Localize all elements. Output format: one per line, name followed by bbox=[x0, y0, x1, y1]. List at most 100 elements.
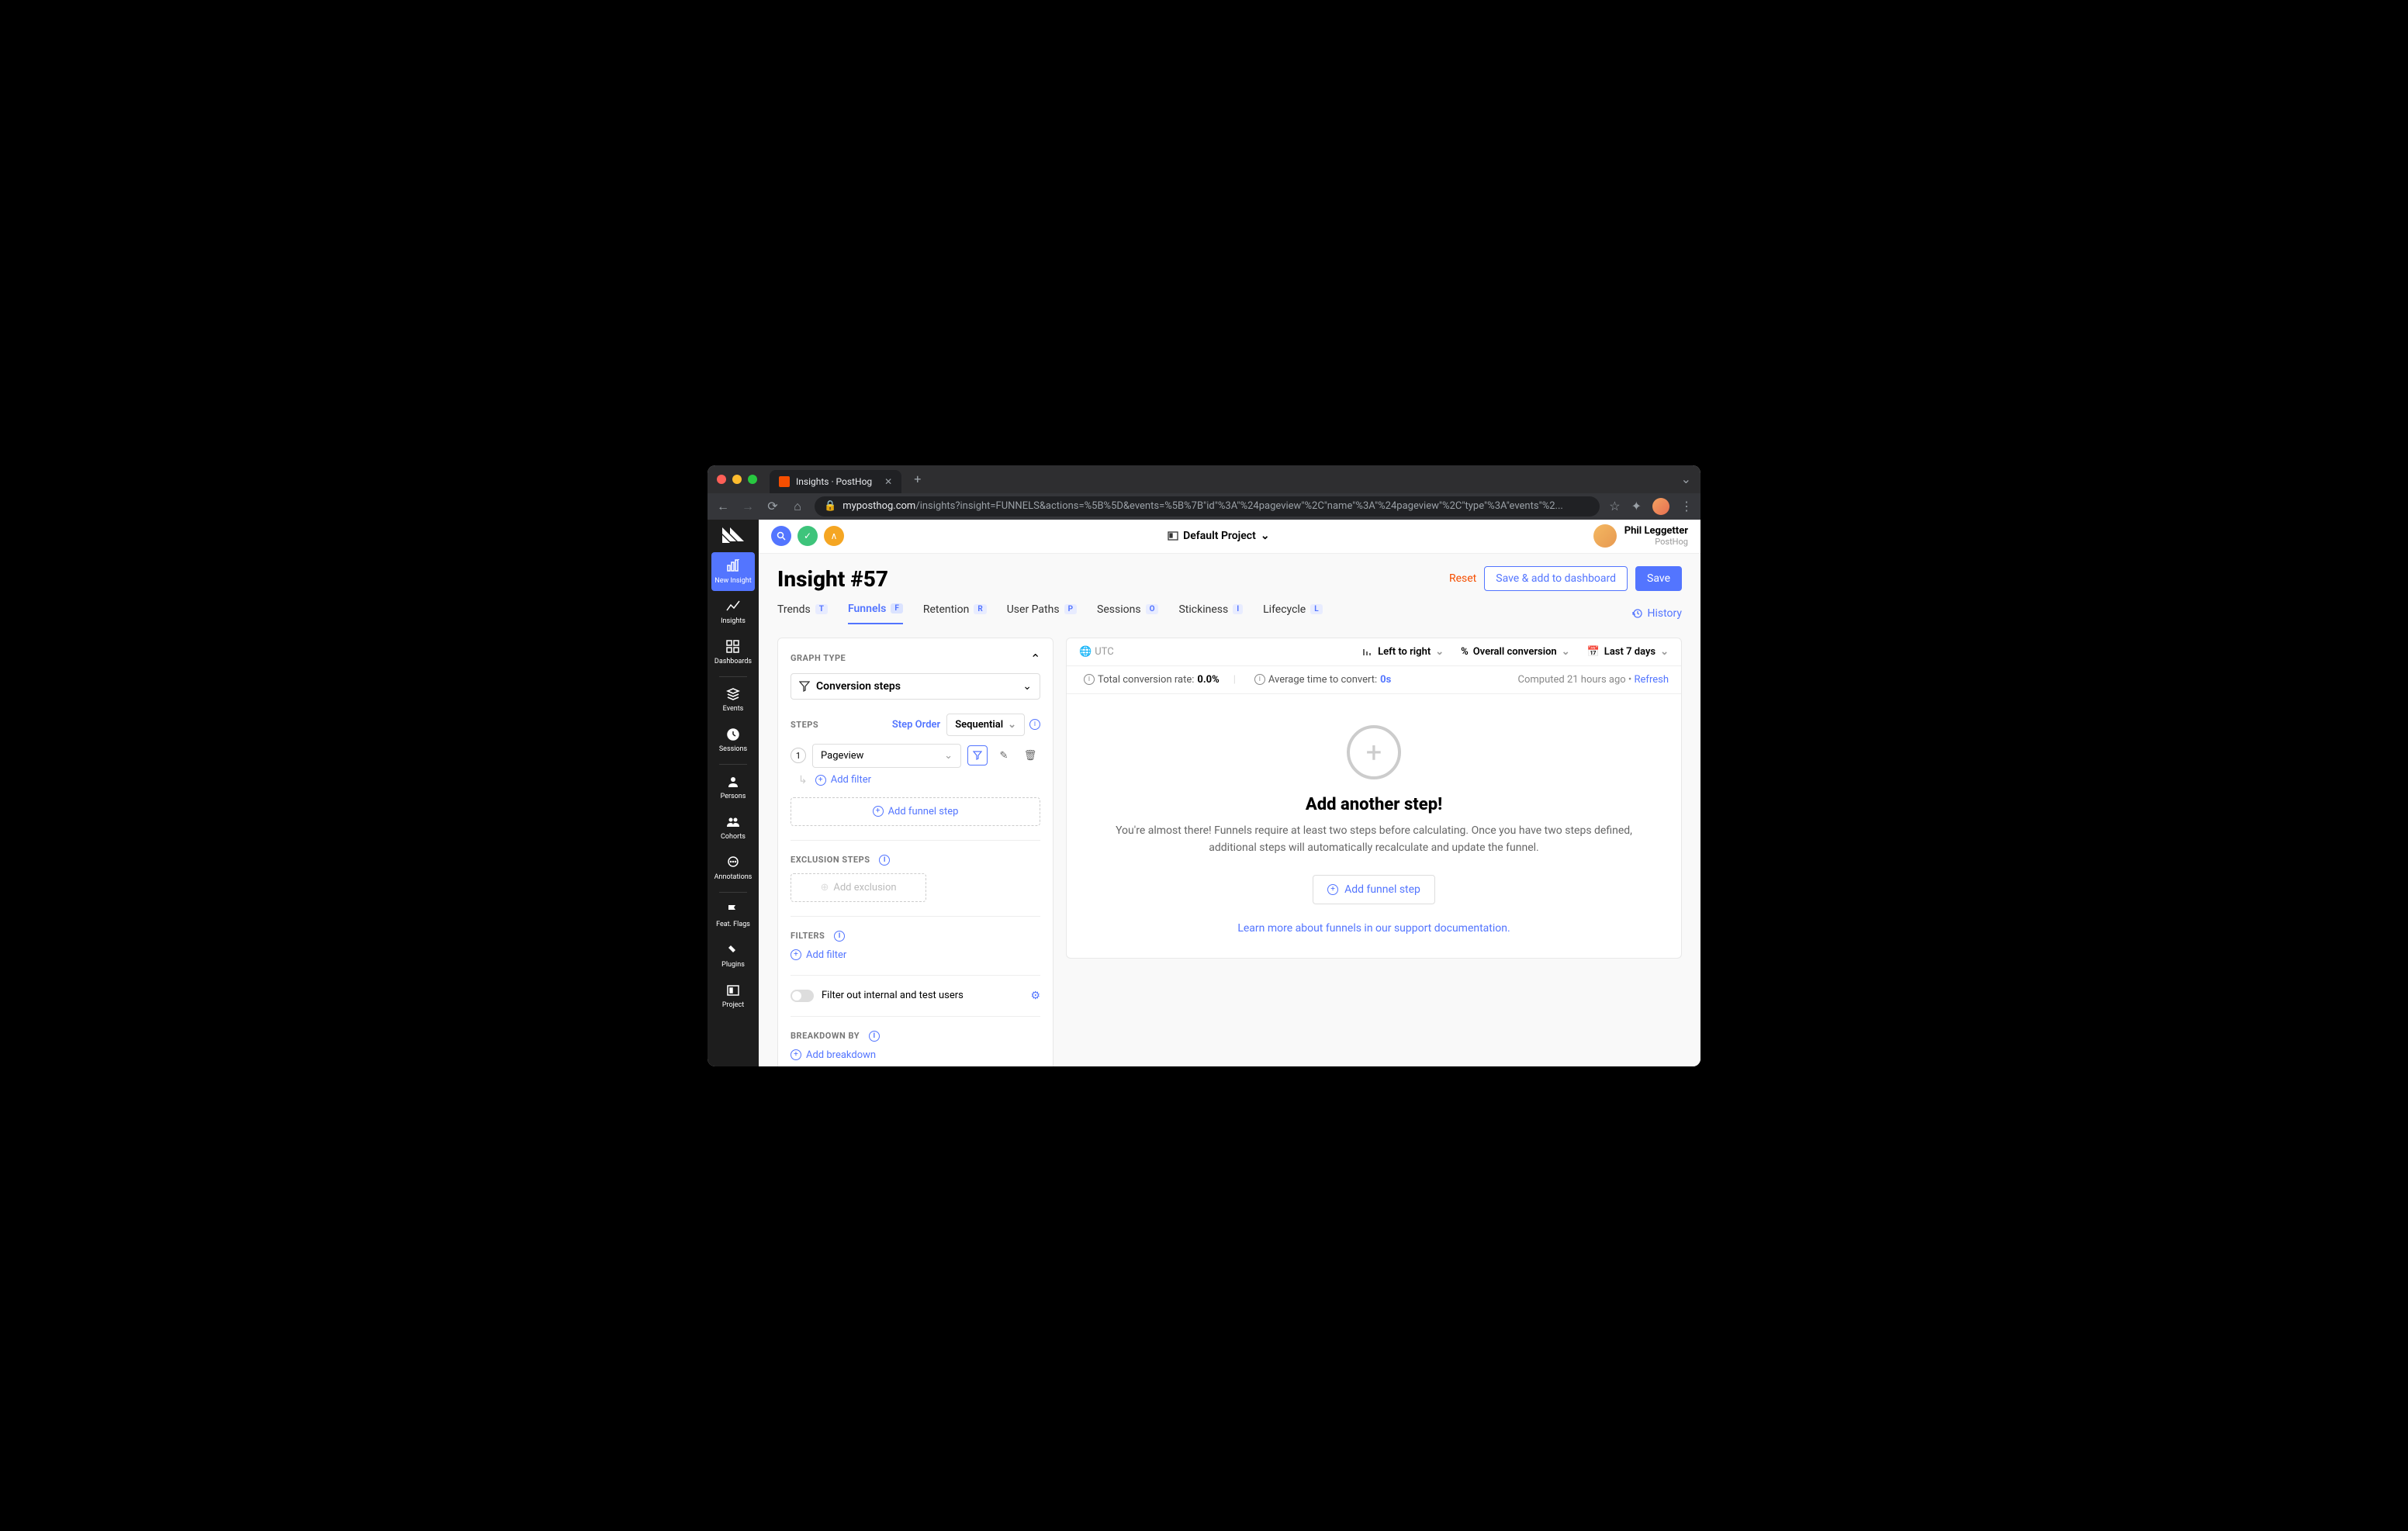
info-icon[interactable]: i bbox=[1029, 719, 1040, 730]
cohorts-icon bbox=[725, 814, 741, 830]
nav-annotations[interactable]: Annotations bbox=[711, 848, 755, 887]
gear-icon[interactable]: ⚙ bbox=[1030, 990, 1040, 1002]
insights-icon bbox=[725, 599, 741, 614]
project-icon bbox=[725, 983, 741, 998]
nav-persons[interactable]: Persons bbox=[711, 768, 755, 807]
project-name: Default Project bbox=[1183, 530, 1256, 542]
nav-label: Plugins bbox=[721, 961, 745, 969]
annotations-icon bbox=[725, 855, 741, 870]
save-button[interactable]: Save bbox=[1635, 566, 1682, 591]
posthog-logo[interactable] bbox=[721, 526, 746, 544]
add-funnel-step-cta[interactable]: +Add funnel step bbox=[1313, 875, 1435, 904]
user-org: PostHog bbox=[1624, 537, 1688, 547]
url-path: /insights?insight=FUNNELS&actions=%5B%5D… bbox=[915, 500, 1563, 512]
add-funnel-step-button[interactable]: +Add funnel step bbox=[791, 797, 1040, 826]
user-menu[interactable]: Phil Leggetter PostHog bbox=[1593, 524, 1688, 548]
reset-link[interactable]: Reset bbox=[1449, 572, 1476, 585]
filter-internal-toggle[interactable] bbox=[791, 990, 814, 1002]
back-button[interactable]: ← bbox=[715, 499, 731, 514]
chevron-down-icon: ⌄ bbox=[1022, 680, 1032, 693]
menu-icon[interactable]: ⋮ bbox=[1680, 499, 1693, 513]
url-host: myposthog.com bbox=[842, 500, 915, 512]
app-window: Insights · PostHog ✕ + ⌄ ← → ⟳ ⌂ 🔒 mypos… bbox=[708, 465, 1700, 1066]
avatar bbox=[1593, 524, 1617, 548]
tab-trends[interactable]: TrendsT bbox=[777, 603, 828, 624]
direction-select[interactable]: Left to right⌄ bbox=[1362, 646, 1444, 658]
funnel-icon bbox=[799, 681, 810, 692]
nav-label: Dashboards bbox=[714, 658, 752, 665]
tab-sessions[interactable]: SessionsO bbox=[1097, 603, 1158, 624]
edit-step-button[interactable]: ✎ bbox=[994, 745, 1014, 766]
tab-retention[interactable]: RetentionR bbox=[923, 603, 987, 624]
nav-label: Insights bbox=[721, 617, 746, 625]
save-add-dashboard-button[interactable]: Save & add to dashboard bbox=[1484, 566, 1628, 591]
info-icon[interactable]: i bbox=[869, 1031, 880, 1042]
filter-step-button[interactable] bbox=[967, 745, 988, 766]
step-order-select[interactable]: Sequential ⌄ bbox=[946, 714, 1025, 736]
learn-more-link[interactable]: Learn more about funnels in our support … bbox=[1237, 922, 1510, 935]
new-tab-button[interactable]: + bbox=[914, 472, 921, 486]
nav-divider bbox=[719, 676, 747, 677]
tab-user-paths[interactable]: User PathsP bbox=[1007, 603, 1077, 624]
add-breakdown-link[interactable]: +Add breakdown bbox=[791, 1049, 1040, 1061]
project-selector[interactable]: Default Project ⌄ bbox=[1168, 530, 1269, 542]
close-window-button[interactable] bbox=[717, 475, 726, 484]
search-button[interactable] bbox=[771, 526, 791, 546]
graph-type-select[interactable]: Conversion steps ⌄ bbox=[791, 673, 1040, 700]
lock-icon: 🔒 bbox=[824, 500, 836, 512]
add-exclusion-button[interactable]: ⊕Add exclusion bbox=[791, 873, 926, 902]
step-order-label: Step Order bbox=[892, 719, 940, 731]
nav-sessions[interactable]: Sessions bbox=[711, 721, 755, 759]
chevron-down-icon: ⌄ bbox=[1261, 530, 1270, 542]
step-row-1: 1 Pageview ⌄ ✎ 🗑 bbox=[791, 744, 1040, 768]
maximize-window-button[interactable] bbox=[748, 475, 757, 484]
history-link[interactable]: History bbox=[1631, 607, 1682, 620]
add-filter-link[interactable]: +Add filter bbox=[815, 774, 871, 786]
nav-label: New Insight bbox=[714, 577, 751, 585]
delete-step-button[interactable]: 🗑 bbox=[1020, 745, 1040, 766]
exclusion-label: EXCLUSION STEPSi bbox=[791, 855, 1040, 866]
conversion-select[interactable]: %Overall conversion⌄ bbox=[1461, 646, 1570, 658]
nav-label: Annotations bbox=[714, 873, 752, 881]
plugins-icon bbox=[725, 942, 741, 958]
home-button[interactable]: ⌂ bbox=[790, 499, 805, 514]
nav-insights[interactable]: Insights bbox=[711, 593, 755, 631]
tab-title: Insights · PostHog bbox=[796, 476, 872, 487]
add-filter-global-link[interactable]: +Add filter bbox=[791, 949, 1040, 961]
tab-funnels[interactable]: FunnelsF bbox=[848, 603, 903, 624]
tab-stickiness[interactable]: StickinessI bbox=[1178, 603, 1243, 624]
warning-button[interactable]: ∧ bbox=[824, 526, 844, 546]
info-icon[interactable]: i bbox=[834, 931, 845, 942]
daterange-select[interactable]: 📅Last 7 days⌄ bbox=[1587, 646, 1669, 658]
nav-events[interactable]: Events bbox=[711, 680, 755, 719]
nav-label: Project bbox=[722, 1001, 744, 1009]
nav-cohorts[interactable]: Cohorts bbox=[711, 808, 755, 847]
bookmark-icon[interactable]: ☆ bbox=[1609, 499, 1620, 513]
refresh-link[interactable]: Refresh bbox=[1635, 674, 1669, 686]
nav-feature-flags[interactable]: Feat. Flags bbox=[711, 896, 755, 935]
minimize-window-button[interactable] bbox=[732, 475, 742, 484]
nav-divider bbox=[719, 892, 747, 893]
main-content: ✓ ∧ Default Project ⌄ Phil Leggetter Pos… bbox=[759, 520, 1700, 1066]
step-event-select[interactable]: Pageview ⌄ bbox=[812, 744, 961, 768]
nav-plugins[interactable]: Plugins bbox=[711, 936, 755, 975]
info-icon[interactable]: i bbox=[879, 855, 890, 866]
filter-internal-row: Filter out internal and test users ⚙ bbox=[791, 990, 1040, 1002]
collapse-icon[interactable]: ⌄ bbox=[1030, 651, 1040, 665]
graph-type-value: Conversion steps bbox=[816, 680, 901, 693]
page-title: Insight #57 bbox=[777, 566, 888, 592]
close-tab-button[interactable]: ✕ bbox=[884, 476, 892, 487]
extensions-icon[interactable]: ✦ bbox=[1631, 499, 1642, 513]
reload-button[interactable]: ⟳ bbox=[765, 499, 780, 513]
nav-project[interactable]: Project bbox=[711, 976, 755, 1015]
status-ok-button[interactable]: ✓ bbox=[797, 526, 818, 546]
nav-dashboards[interactable]: Dashboards bbox=[711, 633, 755, 672]
address-bar[interactable]: 🔒 myposthog.com/insights?insight=FUNNELS… bbox=[815, 496, 1600, 517]
tab-lifecycle[interactable]: LifecycleL bbox=[1263, 603, 1323, 624]
browser-tab[interactable]: Insights · PostHog ✕ bbox=[770, 470, 901, 493]
insight-tabs: TrendsT FunnelsF RetentionR User PathsP … bbox=[777, 603, 1682, 625]
profile-avatar-icon[interactable] bbox=[1652, 498, 1669, 515]
expand-tabs-icon[interactable]: ⌄ bbox=[1681, 472, 1691, 486]
forward-button[interactable]: → bbox=[740, 499, 756, 514]
nav-new-insight[interactable]: New Insight bbox=[711, 552, 755, 591]
